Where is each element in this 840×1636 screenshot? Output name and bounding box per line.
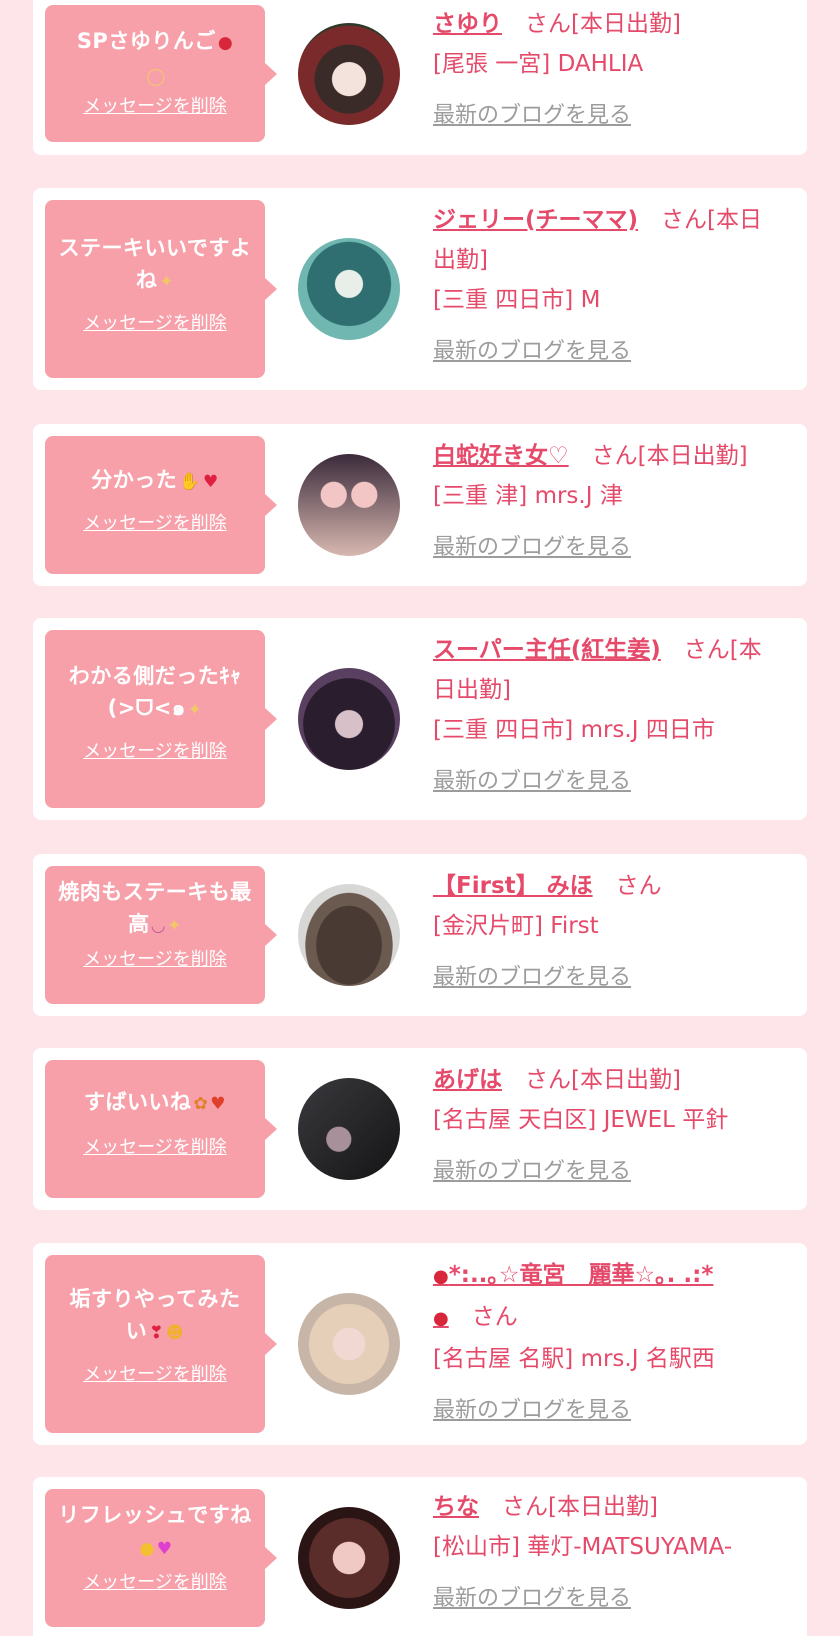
sparkle-icon: ✦ xyxy=(159,272,175,292)
message-bubble: 分かった ✋ ♥ メッセージを削除 xyxy=(45,436,277,574)
fire-heart-icon: ♥ xyxy=(210,1094,226,1114)
message-bubble: ステーキいいですよね ✦ メッセージを削除 xyxy=(45,200,277,378)
message-text: 垢すりやってみたい ❣ ☻ xyxy=(69,1287,241,1343)
profile-name-link[interactable]: 【First】 みほ xyxy=(433,873,593,899)
delete-message-link[interactable]: メッセージを削除 xyxy=(45,312,265,336)
delete-message-link[interactable]: メッセージを削除 xyxy=(45,95,265,119)
shop-info: [三重 津] mrs.J 津 xyxy=(433,483,623,509)
profile-info: 白蛇好き女♡ さん[本日出勤] [三重 津] mrs.J 津 最新のブログを見る xyxy=(433,436,783,568)
profile-info: あげは さん[本日出勤] [名古屋 天白区] JEWEL 平針 最新のブログを見… xyxy=(433,1060,783,1192)
favorite-card: 焼肉もステーキも最高 ◡ ✦ メッセージを削除 【First】 みほ さん [金沢片… xyxy=(33,854,807,1016)
profile-name-link[interactable]: スーパー主任(紅生姜) xyxy=(433,637,661,663)
ok-hand-icon: ✋ xyxy=(179,472,201,492)
blog-link[interactable]: 最新のブログを見る xyxy=(433,332,783,372)
favorite-card: 垢すりやってみたい ❣ ☻ メッセージを削除 ●*:..｡☆竜宮 麗華☆｡. .:*… xyxy=(33,1243,807,1445)
name-suffix: さん[本日出勤] xyxy=(591,443,748,469)
favorite-card: わかる側だったｷｬ(>ᗜ<๑ ✦ メッセージを削除 スーパー主任(紅生姜) さん[… xyxy=(33,618,807,820)
sparkle-icon: ✦ xyxy=(167,916,182,936)
pleading-face-icon: ● xyxy=(139,1539,155,1559)
smile-icon: ◡ xyxy=(151,916,166,936)
profile-name-link[interactable]: 白蛇好き女♡ xyxy=(433,443,569,469)
shop-info: [名古屋 天白区] JEWEL 平針 xyxy=(433,1107,729,1133)
shop-info: [三重 四日市] mrs.J 四日市 xyxy=(433,717,715,743)
smiling-hearts-icon: ☻ xyxy=(166,1323,185,1343)
message-bubble: わかる側だったｷｬ(>ᗜ<๑ ✦ メッセージを削除 xyxy=(45,630,277,808)
avatar[interactable] xyxy=(298,238,400,340)
profile-name-link[interactable]: あげは xyxy=(433,1067,502,1093)
favorite-card: リフレッシュですね● ♥ メッセージを削除 ちな さん[本日出勤] [松山市] 華… xyxy=(33,1477,807,1636)
blog-link[interactable]: 最新のブログを見る xyxy=(433,762,783,802)
heart-icon: ♥ xyxy=(202,472,219,492)
delete-message-link[interactable]: メッセージを削除 xyxy=(45,1136,265,1160)
message-text: わかる側だったｷｬ(>ᗜ<๑ ✦ xyxy=(68,664,242,720)
strawberry-icon: ● xyxy=(433,1266,449,1287)
message-text: 分かった ✋ ♥ xyxy=(91,468,219,492)
strawberry-icon: ● xyxy=(433,1308,449,1329)
message-text: ステーキいいですよね ✦ xyxy=(58,236,252,292)
shop-info: [金沢片町] First xyxy=(433,913,599,939)
avatar[interactable] xyxy=(298,884,400,986)
message-text: SPさゆりんご ● ◯ xyxy=(76,29,234,87)
favorite-card: 分かった ✋ ♥ メッセージを削除 白蛇好き女♡ さん[本日出勤] [三重 津] m… xyxy=(33,424,807,586)
delete-message-link[interactable]: メッセージを削除 xyxy=(45,1571,265,1595)
delete-message-link[interactable]: メッセージを削除 xyxy=(45,740,265,764)
profile-info: ちな さん[本日出勤] [松山市] 華灯-MATSUYAMA- 最新のブログを見… xyxy=(433,1487,783,1619)
blog-link[interactable]: 最新のブログを見る xyxy=(433,96,783,136)
avatar[interactable] xyxy=(298,668,400,770)
avatar[interactable] xyxy=(298,1293,400,1395)
profile-name-link[interactable]: ジェリー(チーママ) xyxy=(433,207,638,233)
blog-link[interactable]: 最新のブログを見る xyxy=(433,528,783,568)
profile-info: ジェリー(チーママ) さん[本日出勤] [三重 四日市] M 最新のブログを見る xyxy=(433,200,783,372)
message-text: リフレッシュですね● ♥ xyxy=(58,1503,252,1559)
shop-info: [松山市] 華灯-MATSUYAMA- xyxy=(433,1534,733,1560)
avatar[interactable] xyxy=(298,454,400,556)
blog-link[interactable]: 最新のブログを見る xyxy=(433,1152,783,1192)
message-bubble: リフレッシュですね● ♥ メッセージを削除 xyxy=(45,1489,277,1627)
profile-info: スーパー主任(紅生姜) さん[本日出勤] [三重 四日市] mrs.J 四日市 … xyxy=(433,630,783,802)
name-suffix: さん[本日出勤] xyxy=(502,1494,658,1520)
profile-info: ●*:..｡☆竜宮 麗華☆｡. .:* ● さん [名古屋 名駅] mrs.J 名… xyxy=(433,1255,783,1431)
name-suffix: さん[本日出勤] xyxy=(525,11,681,37)
message-text: 焼肉もステーキも最高 ◡ ✦ xyxy=(58,880,252,936)
blog-link[interactable]: 最新のブログを見る xyxy=(433,958,783,998)
message-bubble: すばいいね ✿ ♥ メッセージを削除 xyxy=(45,1060,277,1198)
shop-info: [三重 四日市] M xyxy=(433,287,601,313)
profile-info: 【First】 みほ さん [金沢片町] First 最新のブログを見る xyxy=(433,866,783,998)
message-bubble: 焼肉もステーキも最高 ◡ ✦ メッセージを削除 xyxy=(45,866,277,1004)
delete-message-link[interactable]: メッセージを削除 xyxy=(45,948,265,972)
avatar[interactable] xyxy=(298,1507,400,1609)
favorite-card: ステーキいいですよね ✦ メッセージを削除 ジェリー(チーママ) さん[本日出勤]… xyxy=(33,188,807,390)
name-suffix: さん[本日出勤] xyxy=(525,1067,681,1093)
butterfly-icon: ✿ xyxy=(193,1094,209,1114)
shop-info: [名古屋 名駅] mrs.J 名駅西 xyxy=(433,1346,715,1372)
avatar[interactable] xyxy=(298,1078,400,1180)
name-suffix: さん xyxy=(471,1304,518,1330)
profile-name-link[interactable]: さゆり xyxy=(433,11,502,37)
apple-icon: ● xyxy=(217,33,234,53)
profile-info: さゆり さん[本日出勤] [尾張 一宮] DAHLIA 最新のブログを見る xyxy=(433,4,783,136)
name-suffix: さん xyxy=(615,873,662,899)
delete-message-link[interactable]: メッセージを削除 xyxy=(45,1363,265,1387)
message-text: すばいいね ✿ ♥ xyxy=(84,1090,226,1114)
favorite-card: すばいいね ✿ ♥ メッセージを削除 あげは さん[本日出勤] [名古屋 天白区] … xyxy=(33,1048,807,1210)
sparkling-heart-icon: ♥ xyxy=(156,1539,173,1559)
halo-icon: ◯ xyxy=(146,67,166,87)
heart-exclamation-icon: ❣ xyxy=(149,1323,164,1343)
profile-name-link[interactable]: ちな xyxy=(433,1494,479,1520)
delete-message-link[interactable]: メッセージを削除 xyxy=(45,512,265,536)
blog-link[interactable]: 最新のブログを見る xyxy=(433,1391,783,1431)
avatar[interactable] xyxy=(298,23,400,125)
sparkle-icon: ✦ xyxy=(187,700,203,720)
message-bubble: 垢すりやってみたい ❣ ☻ メッセージを削除 xyxy=(45,1255,277,1433)
message-bubble: SPさゆりんご ● ◯ メッセージを削除 xyxy=(45,5,277,142)
blog-link[interactable]: 最新のブログを見る xyxy=(433,1579,783,1619)
shop-info: [尾張 一宮] DAHLIA xyxy=(433,51,644,77)
favorite-card: SPさゆりんご ● ◯ メッセージを削除 さゆり さん[本日出勤] [尾張 一宮] … xyxy=(33,0,807,155)
